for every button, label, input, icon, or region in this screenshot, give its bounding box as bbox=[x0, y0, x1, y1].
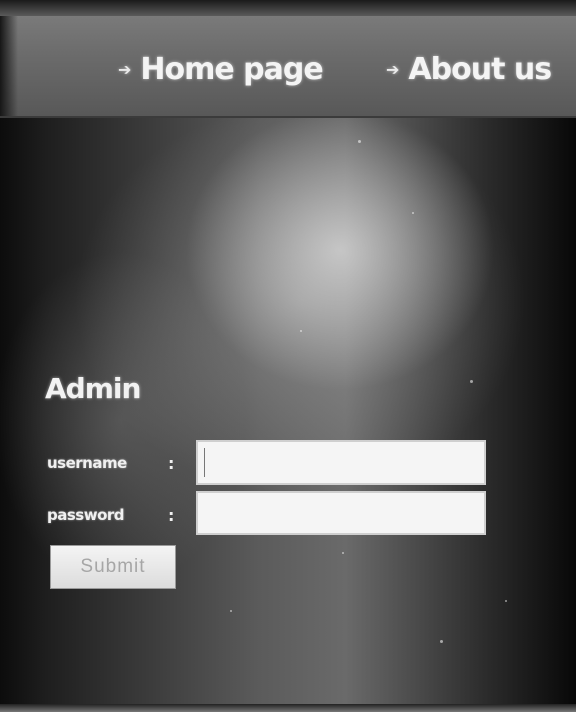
dust-speck bbox=[470, 380, 473, 383]
dust-speck bbox=[230, 610, 232, 612]
nav-link-label: About us bbox=[408, 52, 552, 87]
top-edge bbox=[0, 0, 576, 16]
username-label: username bbox=[47, 454, 127, 472]
dust-speck bbox=[358, 140, 361, 143]
nav-link-label: Home page bbox=[140, 52, 323, 87]
admin-title: Admin bbox=[45, 372, 141, 405]
username-input[interactable] bbox=[196, 440, 486, 485]
submit-button[interactable]: Submit bbox=[50, 545, 176, 589]
nav-link-about-us[interactable]: ➔ About us bbox=[386, 52, 552, 87]
arrow-right-icon: ➔ bbox=[386, 60, 399, 79]
bottom-edge bbox=[0, 704, 576, 712]
dust-speck bbox=[300, 330, 302, 332]
text-caret bbox=[204, 448, 205, 477]
password-colon: : bbox=[168, 506, 175, 525]
password-label: password bbox=[47, 506, 125, 524]
dust-speck bbox=[505, 600, 507, 602]
nav-link-home-page[interactable]: ➔ Home page bbox=[118, 52, 324, 87]
dust-speck bbox=[342, 552, 344, 554]
arrow-right-icon: ➔ bbox=[118, 60, 131, 79]
dust-speck bbox=[440, 640, 443, 643]
password-input[interactable] bbox=[196, 491, 486, 535]
page-screen: ➔ Home page ➔ About us Admin username : … bbox=[0, 0, 576, 712]
username-colon: : bbox=[168, 454, 175, 473]
nav-bar-shade bbox=[0, 16, 18, 116]
dust-speck bbox=[412, 212, 414, 214]
